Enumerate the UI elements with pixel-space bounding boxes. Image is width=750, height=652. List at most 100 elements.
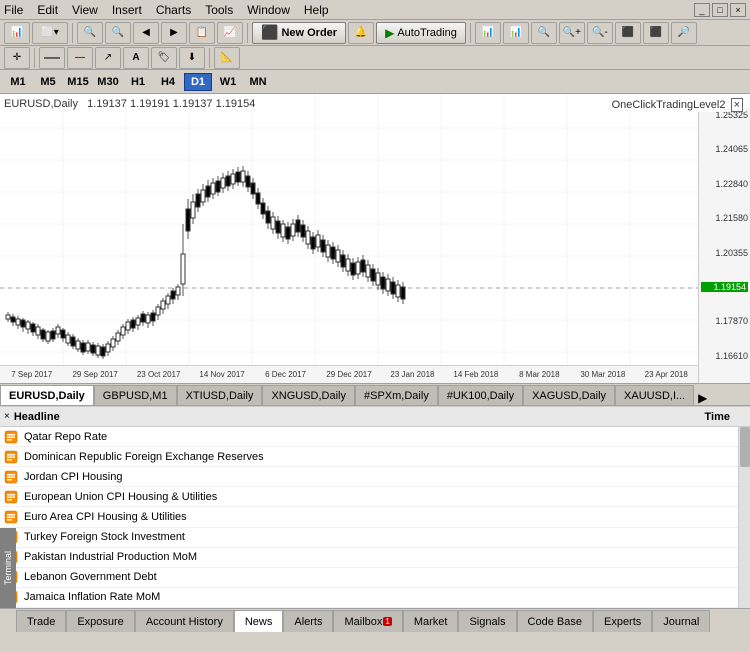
chart-tab-more[interactable]: ▶ bbox=[694, 391, 711, 405]
new-chart-button[interactable]: 📊 bbox=[4, 22, 30, 44]
tf-m1[interactable]: M1 bbox=[4, 73, 32, 91]
news-icon-1 bbox=[4, 450, 18, 464]
menu-item-edit[interactable]: Edit bbox=[37, 3, 58, 17]
news-scrollbar[interactable] bbox=[738, 427, 750, 608]
maximize-button[interactable]: □ bbox=[712, 3, 728, 17]
close-button[interactable]: × bbox=[730, 3, 746, 17]
date-label-6: 23 Jan 2018 bbox=[381, 370, 444, 379]
zoom-in-button[interactable]: 🔍 bbox=[77, 22, 103, 44]
tab-trade[interactable]: Trade bbox=[16, 610, 66, 632]
tab-code-base[interactable]: Code Base bbox=[517, 610, 593, 632]
tf-w1[interactable]: W1 bbox=[214, 73, 242, 91]
toolbar-btn-7[interactable]: 🔍+ bbox=[559, 22, 585, 44]
news-title-6: Pakistan Industrial Production MoM bbox=[24, 551, 746, 563]
tf-m30[interactable]: M30 bbox=[94, 73, 122, 91]
news-item-5[interactable]: Turkey Foreign Stock Investment bbox=[0, 528, 750, 548]
chart-props-button[interactable]: 📋 bbox=[189, 22, 215, 44]
indicator-close-icon[interactable]: × bbox=[731, 98, 743, 112]
tf-h1[interactable]: H1 bbox=[124, 73, 152, 91]
toolbar-btn-11[interactable]: 🔎 bbox=[671, 22, 697, 44]
scroll-left-button[interactable]: ◀ bbox=[133, 22, 159, 44]
tab-journal[interactable]: Journal bbox=[652, 610, 710, 632]
tf-m5[interactable]: M5 bbox=[34, 73, 62, 91]
toolbar-btn-3[interactable]: 🔔 bbox=[348, 22, 374, 44]
tab-exposure[interactable]: Exposure bbox=[66, 610, 134, 632]
news-item-6[interactable]: Pakistan Industrial Production MoM bbox=[0, 548, 750, 568]
crosshair-tool[interactable]: ✛ bbox=[4, 47, 30, 69]
menu-item-window[interactable]: Window bbox=[247, 3, 290, 17]
autotrading-button[interactable]: ▶ AutoTrading bbox=[376, 22, 466, 44]
news-item-2[interactable]: Jordan CPI Housing bbox=[0, 467, 750, 487]
chart-tabs-bar: EURUSD,Daily GBPUSD,M1 XTIUSD,Daily XNGU… bbox=[0, 384, 750, 406]
news-item-0[interactable]: Qatar Repo Rate bbox=[0, 427, 750, 447]
zoom-out-button[interactable]: 🔍 bbox=[105, 22, 131, 44]
scroll-right-button[interactable]: ▶ bbox=[161, 22, 187, 44]
chart-symbol-info: EURUSD,Daily 1.19137 1.19191 1.19137 1.1… bbox=[4, 98, 255, 110]
news-panel-close[interactable]: × bbox=[4, 411, 10, 422]
date-label-3: 14 Nov 2017 bbox=[190, 370, 253, 379]
tab-mailbox[interactable]: Mailbox 1 bbox=[333, 610, 402, 632]
news-item-8[interactable]: Jamaica Inflation Rate MoM bbox=[0, 588, 750, 608]
chart-tab-uk100[interactable]: #UK100,Daily bbox=[438, 385, 523, 405]
arrow-tool[interactable]: ⬇ bbox=[179, 47, 205, 69]
toolbar-btn-10[interactable]: ⬛ bbox=[643, 22, 669, 44]
news-panel-header: × Headline Time bbox=[0, 407, 750, 427]
news-item-7[interactable]: Lebanon Government Debt bbox=[0, 568, 750, 588]
toolbar-btn-4[interactable]: 📊 bbox=[475, 22, 501, 44]
menu-item-charts[interactable]: Charts bbox=[156, 3, 191, 17]
tf-h4[interactable]: H4 bbox=[154, 73, 182, 91]
tf-m15[interactable]: M15 bbox=[64, 73, 92, 91]
menu-item-view[interactable]: View bbox=[72, 3, 98, 17]
toolbar-btn-5[interactable]: 📊 bbox=[503, 22, 529, 44]
chart-tab-xauusd[interactable]: XAUUSD,I... bbox=[615, 385, 694, 405]
terminal-side-label: Terminal bbox=[0, 528, 16, 608]
news-item-4[interactable]: Euro Area CPI Housing & Utilities bbox=[0, 507, 750, 527]
news-list: Qatar Repo Rate Dominican Republic Forei… bbox=[0, 427, 750, 608]
tf-d1[interactable]: D1 bbox=[184, 73, 212, 91]
chart-tab-xngusd[interactable]: XNGUSD,Daily bbox=[262, 385, 355, 405]
hline-tool[interactable]: — bbox=[67, 47, 93, 69]
tab-market[interactable]: Market bbox=[403, 610, 459, 632]
label-tool[interactable]: 🏷 bbox=[151, 47, 177, 69]
fib-tool[interactable]: 📐 bbox=[214, 47, 240, 69]
toolbar-btn-9[interactable]: ⬛ bbox=[615, 22, 641, 44]
new-order-button[interactable]: ⬛ New Order bbox=[252, 22, 346, 44]
tf-mn[interactable]: MN bbox=[244, 73, 272, 91]
window-controls: _ □ × bbox=[694, 3, 746, 17]
menu-item-file[interactable]: File bbox=[4, 3, 23, 17]
toolbar-btn-8[interactable]: 🔍- bbox=[587, 22, 613, 44]
chart-tab-xtiusd[interactable]: XTIUSD,Daily bbox=[177, 385, 263, 405]
terminal-section: Terminal Trade Exposure Account History … bbox=[0, 608, 750, 632]
menu-item-insert[interactable]: Insert bbox=[112, 3, 142, 17]
tab-alerts[interactable]: Alerts bbox=[283, 610, 333, 632]
tab-experts[interactable]: Experts bbox=[593, 610, 652, 632]
toolbar-separator-1 bbox=[72, 23, 73, 43]
news-title-7: Lebanon Government Debt bbox=[24, 571, 746, 583]
news-item-3[interactable]: European Union CPI Housing & Utilities bbox=[0, 487, 750, 507]
text-tool[interactable]: A bbox=[123, 47, 149, 69]
toolbar-btn-2[interactable]: ⬜▾ bbox=[32, 22, 68, 44]
chart-tab-spxm[interactable]: #SPXm,Daily bbox=[355, 385, 438, 405]
chart-tab-xagusd[interactable]: XAGUSD,Daily bbox=[523, 385, 615, 405]
chart-area[interactable]: EURUSD,Daily 1.19137 1.19191 1.19137 1.1… bbox=[0, 94, 750, 384]
news-headline-col-label: Headline bbox=[14, 411, 684, 423]
tab-signals[interactable]: Signals bbox=[458, 610, 516, 632]
tab-news[interactable]: News bbox=[234, 610, 284, 632]
date-label-5: 29 Dec 2017 bbox=[317, 370, 380, 379]
news-scrollbar-thumb[interactable] bbox=[740, 427, 750, 467]
toolbar-btn-6[interactable]: 🔍 bbox=[531, 22, 557, 44]
chart-tab-gbpusd[interactable]: GBPUSD,M1 bbox=[94, 385, 177, 405]
indicator-button[interactable]: 📈 bbox=[217, 22, 243, 44]
tab-account-history[interactable]: Account History bbox=[135, 610, 234, 632]
minimize-button[interactable]: _ bbox=[694, 3, 710, 17]
news-item-1[interactable]: Dominican Republic Foreign Exchange Rese… bbox=[0, 447, 750, 467]
chart-tab-eurusd[interactable]: EURUSD,Daily bbox=[0, 385, 94, 405]
menu-item-help[interactable]: Help bbox=[304, 3, 329, 17]
date-label-7: 14 Feb 2018 bbox=[444, 370, 507, 379]
news-icon-3 bbox=[4, 490, 18, 504]
menu-bar: File Edit View Insert Charts Tools Windo… bbox=[0, 0, 750, 20]
menu-item-tools[interactable]: Tools bbox=[205, 3, 233, 17]
line-tool[interactable]: — bbox=[39, 47, 65, 69]
news-title-2: Jordan CPI Housing bbox=[24, 471, 746, 483]
trend-tool[interactable]: ↗ bbox=[95, 47, 121, 69]
